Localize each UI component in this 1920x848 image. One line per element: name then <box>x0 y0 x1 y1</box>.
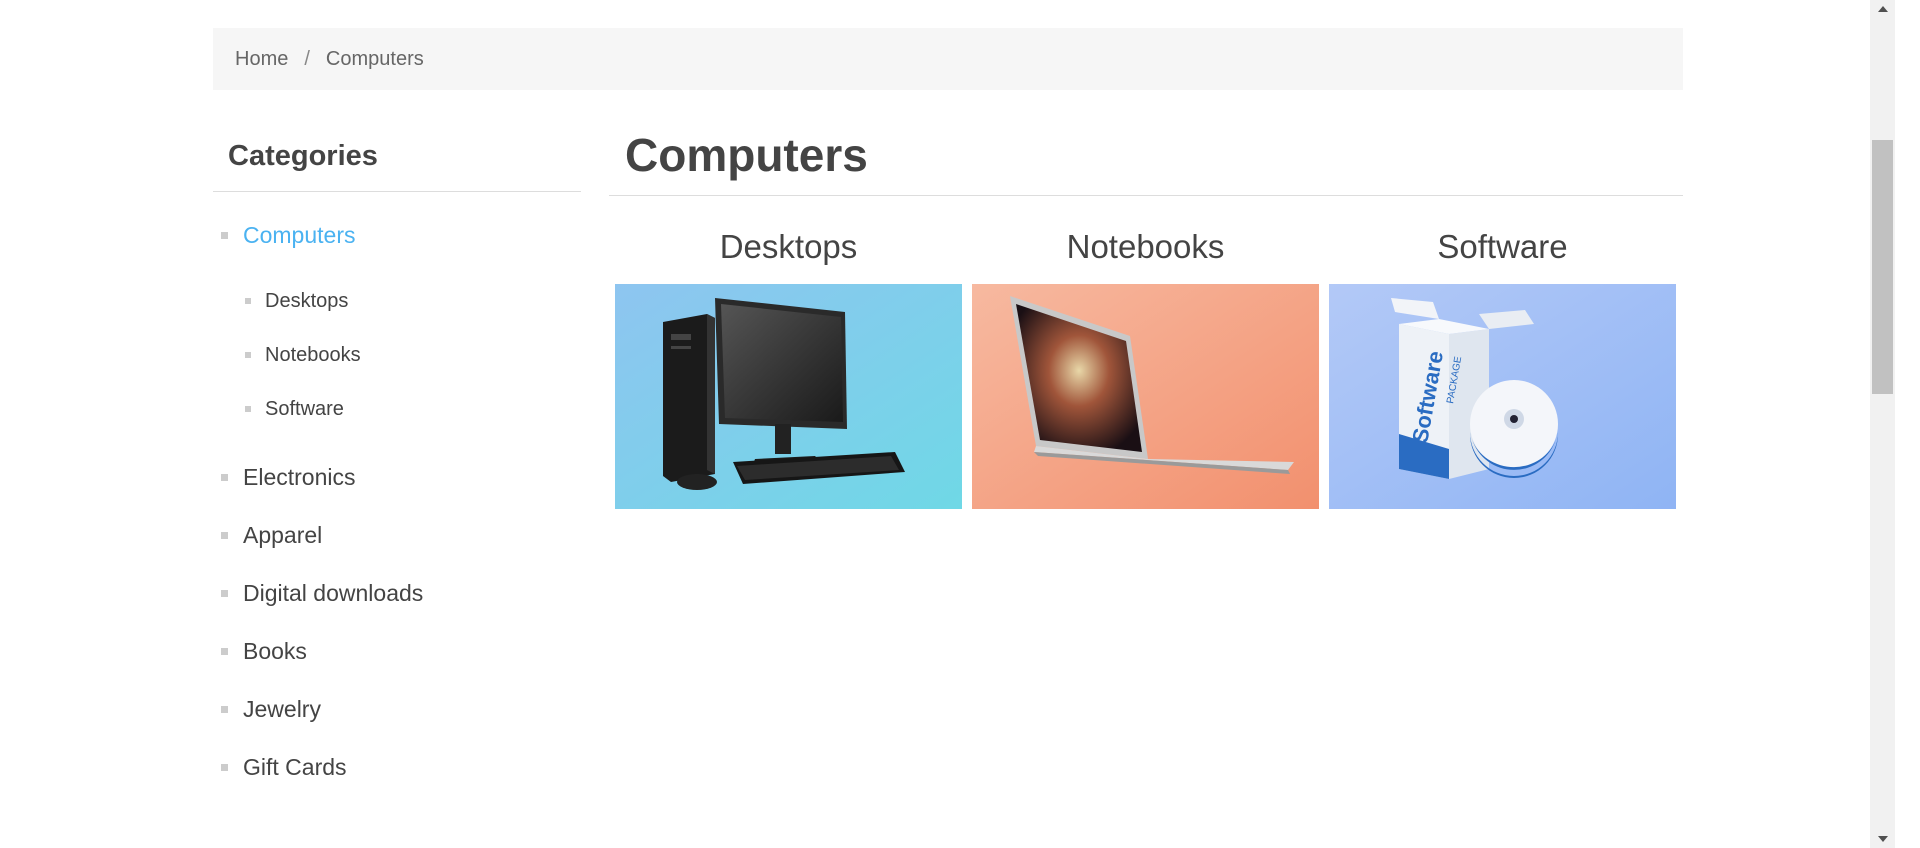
bullet-icon <box>221 647 228 655</box>
bullet-icon <box>221 531 228 539</box>
subcategory-card-notebooks[interactable]: Notebooks <box>972 230 1319 509</box>
category-electronics[interactable]: Electronics <box>213 448 581 506</box>
subcategory-software[interactable]: Software <box>213 382 581 436</box>
main-content: Computers Desktops Notebooks Software So… <box>609 110 1683 509</box>
category-jewelry[interactable]: Jewelry <box>213 680 581 738</box>
bullet-icon <box>221 763 228 771</box>
category-gift-cards[interactable]: Gift Cards <box>213 738 581 796</box>
subcategory-desktops[interactable]: Desktops <box>213 274 581 328</box>
subcategory-card-title[interactable]: Notebooks <box>972 230 1319 284</box>
subcategory-notebooks[interactable]: Notebooks <box>213 328 581 382</box>
category-label: Gift Cards <box>243 753 347 780</box>
breadcrumb-current: Computers <box>325 47 424 70</box>
category-list: Computers Desktops Notebooks Software El… <box>213 206 581 796</box>
subcategory-grid: Desktops Notebooks Software Software PAC… <box>615 230 1683 530</box>
bullet-icon <box>221 473 228 481</box>
subcategory-card-title[interactable]: Desktops <box>615 230 962 284</box>
scroll-down-arrow-icon[interactable] <box>1878 836 1888 842</box>
subcategory-card-title[interactable]: Software <box>1329 230 1676 284</box>
category-apparel[interactable]: Apparel <box>213 506 581 564</box>
subcategory-card-software[interactable]: Software Software PACKAGE <box>1329 230 1676 509</box>
bullet-icon <box>221 705 228 713</box>
bullet-icon <box>221 231 228 239</box>
software-box-image[interactable]: Software PACKAGE <box>1329 284 1676 509</box>
page: Home / Computers Categories Computers De… <box>0 0 1895 848</box>
subcategory-label: Desktops <box>265 289 349 312</box>
subcategory-label: Notebooks <box>265 343 361 366</box>
category-label: Computers <box>243 221 356 248</box>
category-books[interactable]: Books <box>213 622 581 680</box>
category-label: Books <box>243 637 307 664</box>
categories-title: Categories <box>213 110 581 192</box>
category-digital-downloads[interactable]: Digital downloads <box>213 564 581 622</box>
category-label: Jewelry <box>243 695 321 722</box>
scroll-up-arrow-icon[interactable] <box>1878 6 1888 12</box>
bullet-icon <box>245 298 251 304</box>
bullet-icon <box>221 589 228 597</box>
categories-sidebar: Categories Computers Desktops Notebooks <box>213 110 581 796</box>
laptop-image[interactable] <box>972 284 1319 509</box>
category-label: Digital downloads <box>243 579 424 606</box>
desktop-computer-image[interactable] <box>615 284 962 509</box>
subcategory-label: Software <box>265 397 344 420</box>
scrollbar-thumb[interactable] <box>1872 140 1893 394</box>
subcategory-card-desktops[interactable]: Desktops <box>615 230 962 509</box>
breadcrumb: Home / Computers <box>213 28 1683 90</box>
bullet-icon <box>245 406 251 412</box>
breadcrumb-separator: / <box>304 47 310 70</box>
category-label: Apparel <box>243 521 323 548</box>
category-label: Electronics <box>243 463 356 490</box>
bullet-icon <box>245 352 251 358</box>
subcategory-list: Desktops Notebooks Software <box>213 264 581 448</box>
page-title: Computers <box>609 110 1683 196</box>
subcategory-group: Desktops Notebooks Software <box>213 264 581 448</box>
breadcrumb-home-link[interactable]: Home <box>235 48 288 71</box>
category-computers[interactable]: Computers <box>213 206 581 264</box>
vertical-scrollbar[interactable] <box>1870 0 1895 848</box>
